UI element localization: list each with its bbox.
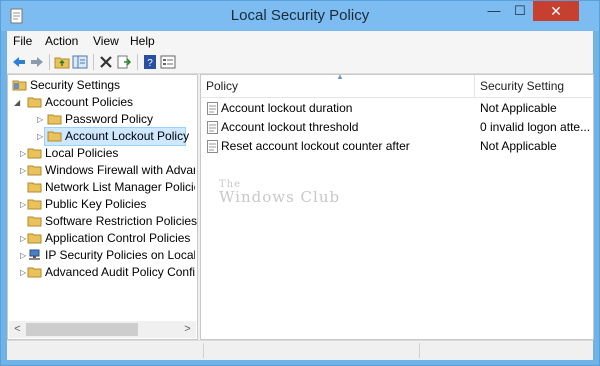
- title-bar[interactable]: Local Security Policy — ☐ ✕: [1, 1, 599, 31]
- tree-item-password-policy[interactable]: ▷ Password Policy: [10, 111, 195, 128]
- app-window: Local Security Policy — ☐ ✕ File Action …: [0, 0, 600, 366]
- client-area: File Action View Help ? Security Setting…: [7, 31, 594, 360]
- row-security-setting: Not Applicable: [480, 101, 557, 115]
- tree-item-public-key-policies[interactable]: ▷ Public Key Policies: [10, 196, 195, 213]
- help-icon[interactable]: ?: [142, 54, 158, 70]
- minimize-button[interactable]: —: [481, 1, 507, 21]
- policy-folder-icon: [27, 97, 42, 108]
- folder-icon: [27, 267, 42, 278]
- tree-item-application-control[interactable]: ▷ Application Control Policies: [10, 230, 195, 247]
- toolbar-separator: [93, 54, 94, 70]
- row-policy-name: Account lockout duration: [221, 101, 353, 115]
- tree-item-label: Password Policy: [65, 112, 154, 126]
- maximize-button[interactable]: ☐: [507, 1, 533, 21]
- collapsed-icon[interactable]: ▷: [37, 111, 46, 128]
- policy-folder-icon: [27, 148, 42, 159]
- tree-item-label: Account Lockout Policy: [65, 129, 190, 143]
- tree-item-windows-firewall[interactable]: ▷ Windows Firewall with Advanc: [10, 162, 195, 179]
- folder-icon: [27, 182, 42, 193]
- scroll-right-button[interactable]: >: [180, 322, 195, 337]
- column-header-policy[interactable]: ▲ Policy: [201, 72, 475, 98]
- folder-icon: [27, 165, 42, 176]
- tree-item-label: Public Key Policies: [45, 197, 147, 211]
- tree-item-account-lockout-policy[interactable]: ▷ Account Lockout Policy: [10, 127, 195, 146]
- status-segment: [203, 343, 419, 358]
- policy-list[interactable]: ▲ Policy Security Setting Account lockou…: [200, 72, 594, 340]
- watermark-line-2: Windows Club: [219, 188, 341, 206]
- tree-item-local-policies[interactable]: ▷ Local Policies: [10, 145, 195, 162]
- menu-view[interactable]: View: [93, 34, 119, 48]
- column-header-security-setting[interactable]: Security Setting: [475, 75, 592, 98]
- status-bar: [7, 340, 593, 360]
- up-folder-icon[interactable]: [54, 54, 70, 70]
- export-list-icon[interactable]: [116, 54, 132, 70]
- toolbar: ?: [7, 51, 593, 74]
- row-policy-name: Account lockout threshold: [221, 120, 359, 134]
- back-arrow-icon[interactable]: [11, 54, 27, 70]
- list-item[interactable]: Account lockout duration Not Applicable: [201, 99, 593, 118]
- svg-text:?: ?: [147, 58, 153, 69]
- tree-item-ip-security[interactable]: ▷ IP Security Policies on Local C: [10, 247, 195, 264]
- toolbar-separator: [49, 54, 50, 70]
- toolbar-separator: [137, 54, 138, 70]
- properties-icon[interactable]: [160, 54, 176, 70]
- column-header-label: Policy: [206, 79, 239, 93]
- tree-item-label: Local Policies: [45, 146, 119, 160]
- watermark: The Windows Club: [219, 179, 340, 206]
- tree-item-security-settings[interactable]: Security Settings: [10, 77, 195, 94]
- menu-file[interactable]: File: [13, 34, 32, 48]
- tree-item-advanced-audit[interactable]: ▷ Advanced Audit Policy Config: [10, 264, 195, 281]
- column-header-label: Security Setting: [480, 79, 565, 93]
- tree-item-label: Security Settings: [30, 78, 121, 92]
- tree-item-network-list-manager[interactable]: Network List Manager Policies: [10, 179, 195, 196]
- menu-action[interactable]: Action: [45, 34, 78, 48]
- sort-ascending-icon: ▲: [336, 72, 344, 81]
- policy-folder-icon: [47, 114, 62, 125]
- tree-item-label: Application Control Policies: [45, 231, 191, 245]
- scroll-thumb[interactable]: [26, 323, 138, 336]
- status-segment: [419, 343, 590, 358]
- policy-document-icon: [207, 140, 218, 153]
- policy-document-icon: [207, 102, 218, 115]
- list-item[interactable]: Reset account lockout counter after Not …: [201, 137, 593, 156]
- network-computer-icon: [29, 249, 40, 260]
- list-item[interactable]: Account lockout threshold 0 invalid logo…: [201, 118, 593, 137]
- row-policy-name: Reset account lockout counter after: [221, 139, 410, 153]
- horizontal-scrollbar[interactable]: < >: [9, 321, 196, 338]
- menu-bar: File Action View Help: [7, 31, 593, 51]
- folder-icon: [27, 216, 42, 227]
- scroll-left-button[interactable]: <: [10, 322, 25, 337]
- folder-icon: [27, 199, 42, 210]
- row-security-setting: Not Applicable: [480, 139, 557, 153]
- tree-item-label: Network List Manager Policies: [45, 180, 195, 194]
- close-button[interactable]: ✕: [533, 1, 579, 21]
- tree-item-label: Account Policies: [45, 95, 134, 109]
- policy-folder-icon: [47, 131, 62, 142]
- policy-document-icon: [207, 121, 218, 134]
- show-hide-tree-icon[interactable]: [72, 54, 88, 70]
- tree-item-label: Windows Firewall with Advanc: [45, 163, 195, 177]
- navigation-tree[interactable]: Security Settings ◢ Account Policies ▷ P…: [7, 74, 198, 340]
- folder-icon: [27, 233, 42, 244]
- tree-item-label: Software Restriction Policies: [45, 214, 198, 228]
- expanded-icon[interactable]: ◢: [14, 94, 23, 111]
- menu-help[interactable]: Help: [130, 34, 155, 48]
- tree-item-label: Advanced Audit Policy Config: [45, 265, 195, 279]
- tree-item-account-policies[interactable]: ◢ Account Policies: [10, 94, 195, 111]
- tree-item-software-restriction[interactable]: Software Restriction Policies: [10, 213, 198, 230]
- tree-item-label: IP Security Policies on Local C: [45, 248, 195, 262]
- delete-icon[interactable]: [98, 54, 114, 70]
- row-security-setting: 0 invalid logon atte...: [480, 120, 591, 134]
- forward-arrow-icon[interactable]: [29, 54, 45, 70]
- security-settings-icon: [12, 80, 27, 91]
